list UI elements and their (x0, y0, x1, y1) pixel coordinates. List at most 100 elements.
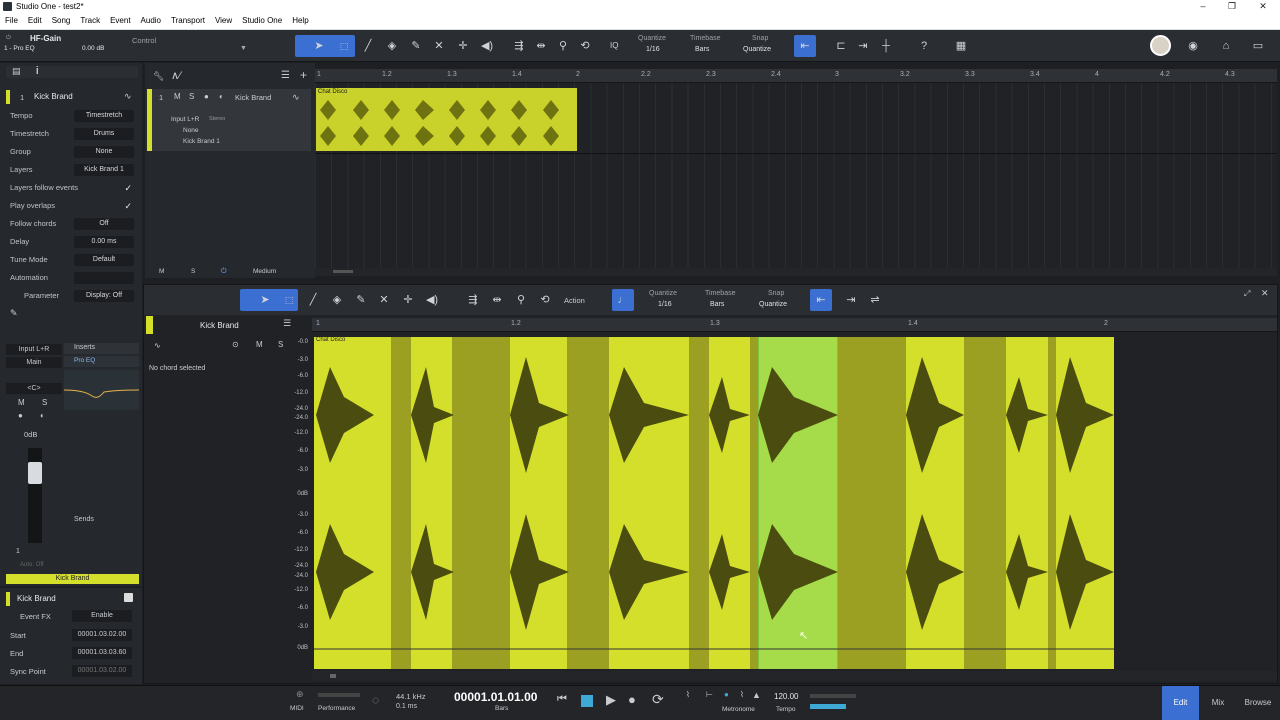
editor-menu-icon[interactable]: ☰ (283, 318, 291, 329)
follow-chords-select[interactable]: Off (74, 218, 134, 230)
timebase-value[interactable]: Bars (695, 46, 709, 53)
arrange-canvas[interactable]: Chat Disco (315, 83, 1277, 268)
editor-fit-icon[interactable]: ⇶ (462, 289, 484, 311)
editor-snap-toggle-icon[interactable]: ⇤ (810, 289, 832, 311)
record-button-icon[interactable]: ● (628, 692, 636, 707)
editor-range-tool-icon[interactable]: ⬚ (278, 289, 300, 311)
layers-select[interactable]: Kick Brand 1 (74, 164, 134, 176)
editor-snap-value[interactable]: Quantize (759, 301, 787, 308)
stretch-icon[interactable]: ⇹ (530, 35, 552, 57)
channel-output[interactable]: Main (6, 357, 62, 368)
zoom-fit-icon[interactable]: ⇶ (508, 35, 530, 57)
mix-view-button[interactable]: Mix (1200, 686, 1236, 720)
time-display[interactable]: 00001.01.01.00 (454, 690, 537, 704)
menu-audio[interactable]: Audio (136, 14, 166, 25)
automation-mode[interactable]: Auto: Off (20, 562, 44, 568)
end-field[interactable]: 00001.03.03.60 (72, 647, 132, 659)
autopunch-icon[interactable]: ⌇ (686, 690, 690, 699)
nudge-right-icon[interactable]: ⇥ (852, 35, 874, 57)
delay-field[interactable]: 0.00 ms (74, 236, 134, 248)
editor-scroll-thumb[interactable] (330, 674, 336, 678)
event-name[interactable]: Kick Brand (17, 594, 56, 603)
editor-loop-icon[interactable]: ⟲ (534, 289, 556, 311)
layout-icon[interactable]: ▦ (950, 35, 972, 57)
editor-eraser-icon[interactable]: ◈ (326, 289, 348, 311)
detach-icon[interactable]: ⤢ (1244, 289, 1250, 299)
menu-studio-one[interactable]: Studio One (237, 14, 287, 25)
close-button[interactable]: ✕ (1250, 0, 1276, 14)
arrange-audio-event[interactable]: Chat Disco (316, 88, 577, 151)
metronome-dot-icon[interactable]: ● (724, 690, 729, 699)
master-volume[interactable] (810, 704, 846, 709)
play-icon[interactable]: ▶ (606, 692, 616, 708)
menu-track[interactable]: Track (75, 14, 105, 25)
editor-ruler[interactable]: 1 1.2 1.3 1.4 2 (312, 318, 1277, 332)
info-icon[interactable]: i (36, 65, 38, 77)
account-icon[interactable]: ◉ (1182, 35, 1204, 57)
track-name[interactable]: Kick Brand (235, 93, 271, 102)
channel-mute[interactable]: M (18, 398, 25, 407)
automation-icon[interactable]: ∧∕ (171, 69, 181, 82)
midi-icon[interactable]: ⊕ (296, 689, 304, 700)
editor-marker-icon[interactable]: ⇌ (864, 289, 886, 311)
home-icon[interactable]: ⌂ (1215, 35, 1237, 57)
menu-edit[interactable]: Edit (23, 14, 47, 25)
menu-file[interactable]: File (0, 14, 23, 25)
arrange-scroll-thumb[interactable] (333, 270, 353, 273)
pan-knob[interactable]: <C> (6, 383, 62, 394)
footer-link-icon[interactable]: ⏻ (221, 268, 227, 276)
play-overlaps-checkbox[interactable]: ✓ (124, 201, 132, 212)
mute-tool-icon[interactable]: ✕ (428, 35, 450, 57)
channel-solo[interactable]: S (42, 398, 47, 407)
track-menu-icon[interactable]: ☰ (281, 70, 290, 81)
screen-icon[interactable]: ▭ (1247, 35, 1269, 57)
wrench-icon[interactable]: 🔧︎ (153, 71, 164, 82)
group-select[interactable]: None (74, 146, 134, 158)
rewind-icon[interactable]: ⏮ (557, 693, 567, 706)
timestretch-select[interactable]: Drums (74, 128, 134, 140)
editor-timebase-value[interactable]: Bars (710, 301, 724, 308)
list-icon[interactable]: ▤ (12, 66, 21, 77)
editor-arrow-tool-icon[interactable]: ➤ (254, 289, 276, 311)
parameter-select[interactable]: Display: Off (74, 290, 134, 302)
power-icon[interactable]: ⏻ (6, 35, 11, 42)
editor-audio-event[interactable]: Chat Disco ↖ (314, 337, 1114, 669)
editor-scrollbar[interactable] (312, 671, 1277, 681)
track-header[interactable]: 1 M S ● ◐ Kick Brand ∿ Input L+R Stereo … (147, 89, 311, 151)
search-icon[interactable]: ⚲ (552, 35, 574, 57)
editor-solo[interactable]: S (278, 340, 283, 349)
track-layer-select[interactable]: Kick Brand 1 (183, 138, 220, 145)
help-button[interactable]: ? (913, 35, 935, 57)
iq-button[interactable]: IQ (610, 41, 618, 50)
minimize-button[interactable]: – (1190, 0, 1216, 14)
automation-field[interactable] (74, 272, 134, 284)
arrow-tool-icon[interactable]: ➤ (308, 35, 330, 57)
nudge-left-icon[interactable]: ⊏ (830, 35, 852, 57)
eraser-tool-icon[interactable]: ◈ (381, 35, 403, 57)
notepad-icon[interactable]: ✎ (10, 308, 18, 319)
gain-readout[interactable]: 0.00 dB (82, 45, 104, 52)
editor-nudge-icon[interactable]: ⇥ (840, 289, 862, 311)
editor-search-icon[interactable]: ⚲ (510, 289, 532, 311)
menu-transport[interactable]: Transport (166, 14, 210, 25)
bend-tool-icon[interactable]: ✛ (452, 35, 474, 57)
monitor-icon[interactable]: ◐ (40, 411, 45, 420)
split-tool-icon[interactable]: ╱ (357, 35, 379, 57)
snap-value[interactable]: Quantize (743, 46, 771, 53)
tempo-select[interactable]: Timestretch (74, 110, 134, 122)
track-monitor-icon[interactable]: ◐ (219, 92, 224, 101)
start-field[interactable]: 00001.03.02.00 (72, 629, 132, 641)
listen-tool-icon[interactable]: ◀) (476, 35, 498, 57)
tempo-value[interactable]: 120.00 (774, 692, 798, 701)
channel-name[interactable]: Kick Brand (6, 574, 139, 584)
footer-mute[interactable]: M (159, 268, 164, 275)
arrange-scrollbar[interactable] (315, 268, 1277, 276)
track-input[interactable]: Input L+R (171, 116, 199, 123)
inspector-track-name[interactable]: Kick Brand (34, 92, 73, 101)
edit-view-button[interactable]: Edit (1162, 686, 1199, 720)
menu-help[interactable]: Help (287, 14, 313, 25)
precount-icon[interactable]: ⊢ (706, 690, 713, 699)
quantize-icon[interactable]: ♩ (612, 289, 634, 311)
channel-input[interactable]: Input L+R (6, 344, 62, 355)
add-track-icon[interactable]: + (300, 68, 307, 82)
